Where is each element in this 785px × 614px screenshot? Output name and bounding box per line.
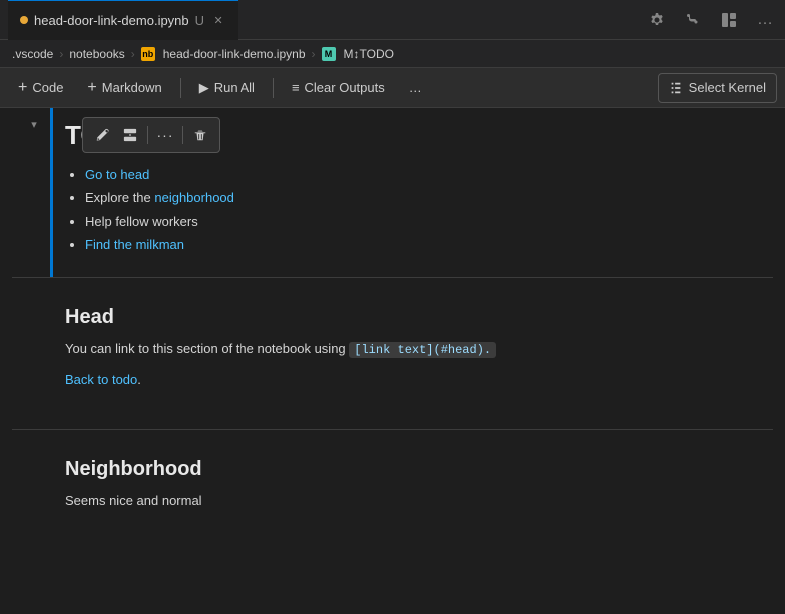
- list-item: Help fellow workers: [85, 210, 773, 233]
- markdown-section-icon: M: [322, 47, 336, 61]
- cell-more-icon: ···: [157, 127, 174, 143]
- breadcrumb-filename[interactable]: head-door-link-demo.ipynb: [163, 47, 306, 61]
- head-section: Head You can link to this section of the…: [65, 286, 773, 409]
- add-code-label: Code: [32, 80, 63, 95]
- toolbar: + Code + Markdown ▶ Run All ≡ Clear Outp…: [0, 68, 785, 108]
- neighborhood-link[interactable]: neighborhood: [154, 190, 234, 205]
- help-text: Help fellow workers: [85, 214, 198, 229]
- breadcrumb-notebooks[interactable]: notebooks: [69, 47, 124, 61]
- select-kernel-label: Select Kernel: [689, 80, 766, 95]
- head-paragraph: You can link to this section of the note…: [65, 339, 773, 360]
- cell-toolbar-sep: [147, 126, 148, 144]
- tab-close-button[interactable]: ✕: [210, 12, 226, 28]
- active-tab[interactable]: head-door-link-demo.ipynb U ✕: [8, 0, 238, 40]
- more-actions-icon[interactable]: …: [753, 8, 777, 32]
- cell-edit-button[interactable]: [89, 122, 115, 148]
- cell-gutter-neighborhood: [0, 430, 50, 550]
- more-toolbar-icon: …: [409, 80, 422, 95]
- add-markdown-plus-icon: +: [87, 79, 96, 97]
- cell-gutter-todo: ▾: [0, 108, 50, 277]
- add-code-button[interactable]: + Code: [8, 73, 73, 103]
- clear-outputs-icon: ≡: [292, 80, 300, 95]
- source-control-icon[interactable]: [681, 8, 705, 32]
- cell-gutter-head: [0, 278, 50, 429]
- head-code-inline: [link text](#head).: [349, 342, 496, 358]
- tab-modified-indicator: [20, 16, 28, 24]
- neighborhood-cell: Neighborhood Seems nice and normal: [0, 430, 785, 550]
- cell-toolbar-popup: ···: [82, 117, 220, 153]
- breadcrumb-sep3: ›: [312, 47, 316, 61]
- back-link-suffix: .: [137, 372, 141, 387]
- titlebar: head-door-link-demo.ipynb U ✕ …: [0, 0, 785, 40]
- breadcrumb-vscode[interactable]: .vscode: [12, 47, 53, 61]
- list-item: Go to head: [85, 163, 773, 186]
- head-cell: Head You can link to this section of the…: [0, 278, 785, 429]
- add-markdown-label: Markdown: [102, 80, 162, 95]
- cell-delete-button[interactable]: [187, 122, 213, 148]
- cell-content-neighborhood: Neighborhood Seems nice and normal: [50, 430, 785, 550]
- layout-icon[interactable]: [717, 8, 741, 32]
- kernel-icon: [669, 81, 683, 95]
- add-code-plus-icon: +: [18, 79, 27, 97]
- run-all-button[interactable]: ▶ Run All: [189, 73, 265, 103]
- cell-collapse-button[interactable]: ▾: [26, 116, 42, 132]
- tab-unsaved-marker: U: [195, 13, 204, 28]
- run-all-label: Run All: [214, 80, 255, 95]
- cell-toolbar-sep2: [182, 126, 183, 144]
- toolbar-divider-2: [273, 78, 274, 98]
- neighborhood-heading: Neighborhood: [65, 458, 773, 481]
- more-toolbar-button[interactable]: …: [399, 73, 432, 103]
- notebook-content: ▾ TODO Go to head Explore the neighborho…: [0, 108, 785, 614]
- back-to-todo-paragraph: Back to todo.: [65, 370, 773, 391]
- notebook-file-icon: nb: [141, 47, 155, 61]
- toolbar-divider-1: [180, 78, 181, 98]
- breadcrumb-section: M↕TODO: [344, 47, 394, 61]
- head-paragraph-text: You can link to this section of the note…: [65, 341, 349, 356]
- settings-icon[interactable]: [645, 8, 669, 32]
- cell-more-button[interactable]: ···: [152, 122, 178, 148]
- breadcrumb-sep1: ›: [59, 47, 63, 61]
- clear-outputs-button[interactable]: ≡ Clear Outputs: [282, 73, 395, 103]
- breadcrumb: .vscode › notebooks › nb head-door-link-…: [0, 40, 785, 68]
- titlebar-icons: …: [645, 8, 777, 32]
- breadcrumb-sep2: ›: [131, 47, 135, 61]
- list-item: Explore the neighborhood: [85, 186, 773, 209]
- explore-text: Explore the: [85, 190, 154, 205]
- run-all-icon: ▶: [199, 80, 209, 96]
- clear-outputs-label: Clear Outputs: [305, 80, 385, 95]
- todo-list: Go to head Explore the neighborhood Help…: [65, 163, 773, 257]
- go-to-head-link[interactable]: Go to head: [85, 167, 149, 182]
- back-to-todo-link[interactable]: Back to todo: [65, 372, 137, 387]
- neighborhood-section: Neighborhood Seems nice and normal: [65, 438, 773, 530]
- cell-split-button[interactable]: [117, 122, 143, 148]
- tab-filename: head-door-link-demo.ipynb: [34, 13, 189, 28]
- cell-content-head: Head You can link to this section of the…: [50, 278, 785, 429]
- select-kernel-button[interactable]: Select Kernel: [658, 73, 777, 103]
- add-markdown-button[interactable]: + Markdown: [77, 73, 171, 103]
- head-heading: Head: [65, 306, 773, 329]
- neighborhood-paragraph: Seems nice and normal: [65, 491, 773, 512]
- find-milkman-link[interactable]: Find the milkman: [85, 237, 184, 252]
- list-item: Find the milkman: [85, 233, 773, 256]
